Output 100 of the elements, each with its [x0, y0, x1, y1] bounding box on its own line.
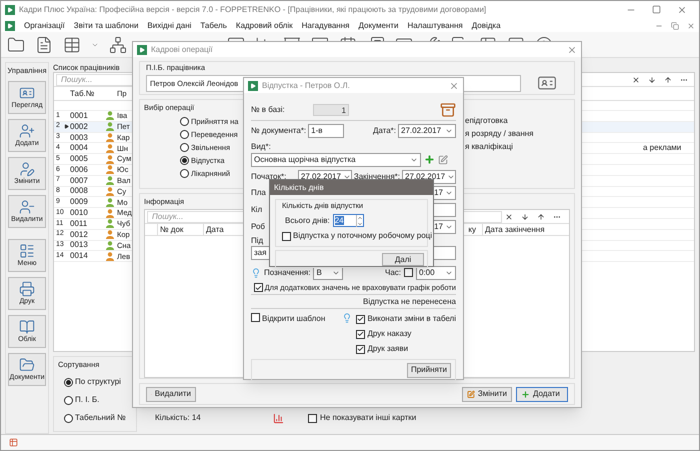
- table-cell-text: 0001: [70, 110, 89, 122]
- plus-icon: [521, 390, 530, 398]
- app-icon: [5, 5, 15, 15]
- field-label: Пла: [251, 187, 266, 199]
- clear-icon[interactable]: [632, 76, 640, 84]
- edit-icon[interactable]: [438, 154, 448, 164]
- arrow-up-icon[interactable]: [664, 76, 672, 84]
- date-field[interactable]: 27.02.2017: [398, 124, 456, 138]
- menu-item[interactable]: Організації: [24, 20, 65, 32]
- checkbox-label[interactable]: Не показувати інші картки: [320, 412, 416, 424]
- table-icon[interactable]: [63, 36, 81, 54]
- table-cell-text: 0002: [70, 120, 89, 133]
- db-number-field: 1: [313, 104, 349, 116]
- close-icon[interactable]: [449, 80, 459, 90]
- menu-item[interactable]: Кадровий облік: [236, 20, 293, 32]
- checkbox[interactable]: [404, 268, 413, 277]
- spin-up-icon[interactable]: [356, 214, 363, 221]
- checkbox-label[interactable]: Виконати зміни в табелі: [367, 313, 456, 325]
- column-header[interactable]: Таб.№: [70, 88, 117, 100]
- checkbox[interactable]: [308, 414, 317, 422]
- checkbox[interactable]: [282, 232, 291, 241]
- radio-button[interactable]: [180, 156, 189, 166]
- radio-button[interactable]: [180, 117, 189, 126]
- dropdown-icon: [445, 127, 453, 135]
- bar-chart-icon: [273, 413, 284, 424]
- delete-button[interactable]: Видалити: [146, 386, 196, 402]
- checkbox[interactable]: [251, 313, 260, 322]
- window-title: Кількість днів: [274, 182, 324, 194]
- radio-button[interactable]: [64, 378, 73, 387]
- hierarchy-icon[interactable]: [109, 36, 127, 54]
- time-select[interactable]: 0:00: [416, 266, 456, 280]
- accept-button[interactable]: Прийняти: [407, 362, 451, 378]
- window-title: Кадрові операції: [151, 44, 213, 56]
- restore-icon[interactable]: [671, 22, 679, 30]
- table-cell-text: 0007: [70, 174, 89, 187]
- radio-label[interactable]: П. І. Б.: [75, 394, 100, 406]
- status-text: Відпустка не перенесена: [363, 296, 456, 308]
- radio-button[interactable]: [64, 396, 73, 405]
- grid-icon: [9, 438, 18, 447]
- days-spinner[interactable]: 24: [332, 214, 364, 228]
- checkbox-label[interactable]: Друк заяви: [367, 343, 408, 355]
- table-cell-text: 0006: [70, 164, 89, 176]
- menu-item[interactable]: Нагадування: [302, 20, 350, 32]
- arrow-down-icon[interactable]: [648, 76, 656, 84]
- menu-item[interactable]: Табель: [200, 20, 227, 32]
- edit-icon: [467, 390, 475, 398]
- radio-button[interactable]: [180, 143, 189, 152]
- field-label: Вид*:: [251, 141, 271, 151]
- option-label[interactable]: епідготовка: [465, 115, 534, 128]
- folder-icon[interactable]: [7, 36, 25, 54]
- option-label[interactable]: я кваліфікаці: [465, 141, 534, 154]
- radio-button[interactable]: [180, 169, 189, 178]
- menu-item[interactable]: Звіти та шаблони: [74, 20, 138, 32]
- add-button[interactable]: Додати: [516, 386, 568, 402]
- field-label: Роб: [251, 220, 266, 232]
- list-icon: [19, 242, 35, 258]
- field-label: Під: [251, 235, 264, 246]
- spin-down-icon[interactable]: [356, 220, 363, 227]
- column-header[interactable]: Дата закінчення: [482, 224, 552, 236]
- arrow-up-icon[interactable]: [537, 212, 545, 221]
- document-icon[interactable]: [35, 36, 53, 54]
- close-icon[interactable]: [567, 44, 577, 54]
- box-icon: [440, 102, 456, 118]
- menu-item[interactable]: Налаштування: [407, 20, 463, 32]
- plus-icon[interactable]: [424, 154, 435, 165]
- doc-number-field[interactable]: 1-в: [308, 124, 344, 138]
- arrow-down-icon[interactable]: [521, 212, 529, 221]
- type-select[interactable]: Основна щорічна відпустка: [251, 152, 421, 166]
- field-label: № документа*:: [251, 125, 306, 137]
- clear-icon[interactable]: [505, 212, 513, 221]
- edit-button[interactable]: Змінити: [462, 386, 512, 402]
- table-cell-text: 0011: [70, 218, 88, 230]
- checkbox[interactable]: [254, 283, 263, 292]
- radio-button[interactable]: [180, 130, 189, 140]
- count-label: Кількість: 14: [155, 412, 201, 424]
- menu-item[interactable]: Вихідні дані: [147, 20, 192, 32]
- next-button[interactable]: Далі: [382, 252, 424, 266]
- printer-icon: [19, 280, 35, 296]
- menu-item[interactable]: Довідка: [472, 20, 501, 32]
- window-title: Кадри Плюс Україна: Професійна версія - версія 7.0 - FOPPETRENKO - [Працівники, які працюють за трудовими договорами]: [19, 4, 486, 16]
- menu-item[interactable]: Документи: [358, 20, 398, 32]
- column-header[interactable]: № док: [157, 224, 203, 236]
- checkbox-label[interactable]: Відкрити шаблон: [262, 313, 326, 325]
- radio-label[interactable]: Табельний №: [75, 412, 126, 424]
- close-icon[interactable]: [687, 22, 695, 30]
- table-cell-text: 0013: [70, 239, 89, 252]
- radio-label[interactable]: По структурі: [75, 376, 121, 388]
- checkbox-label[interactable]: Друк наказу: [367, 328, 412, 340]
- checkbox[interactable]: [356, 314, 366, 324]
- table-cell-text: 0009: [70, 196, 89, 208]
- app-icon: [137, 44, 147, 54]
- close-icon[interactable]: [677, 5, 687, 15]
- maximize-icon[interactable]: [652, 5, 661, 14]
- field-label: Час:: [384, 266, 401, 278]
- table-cell-text: 0003: [70, 132, 89, 144]
- checkbox[interactable]: [356, 344, 366, 354]
- radio-button[interactable]: [64, 414, 73, 423]
- option-label[interactable]: я розряду / звання: [465, 128, 534, 141]
- checkbox[interactable]: [356, 330, 366, 338]
- app-icon: [248, 80, 258, 90]
